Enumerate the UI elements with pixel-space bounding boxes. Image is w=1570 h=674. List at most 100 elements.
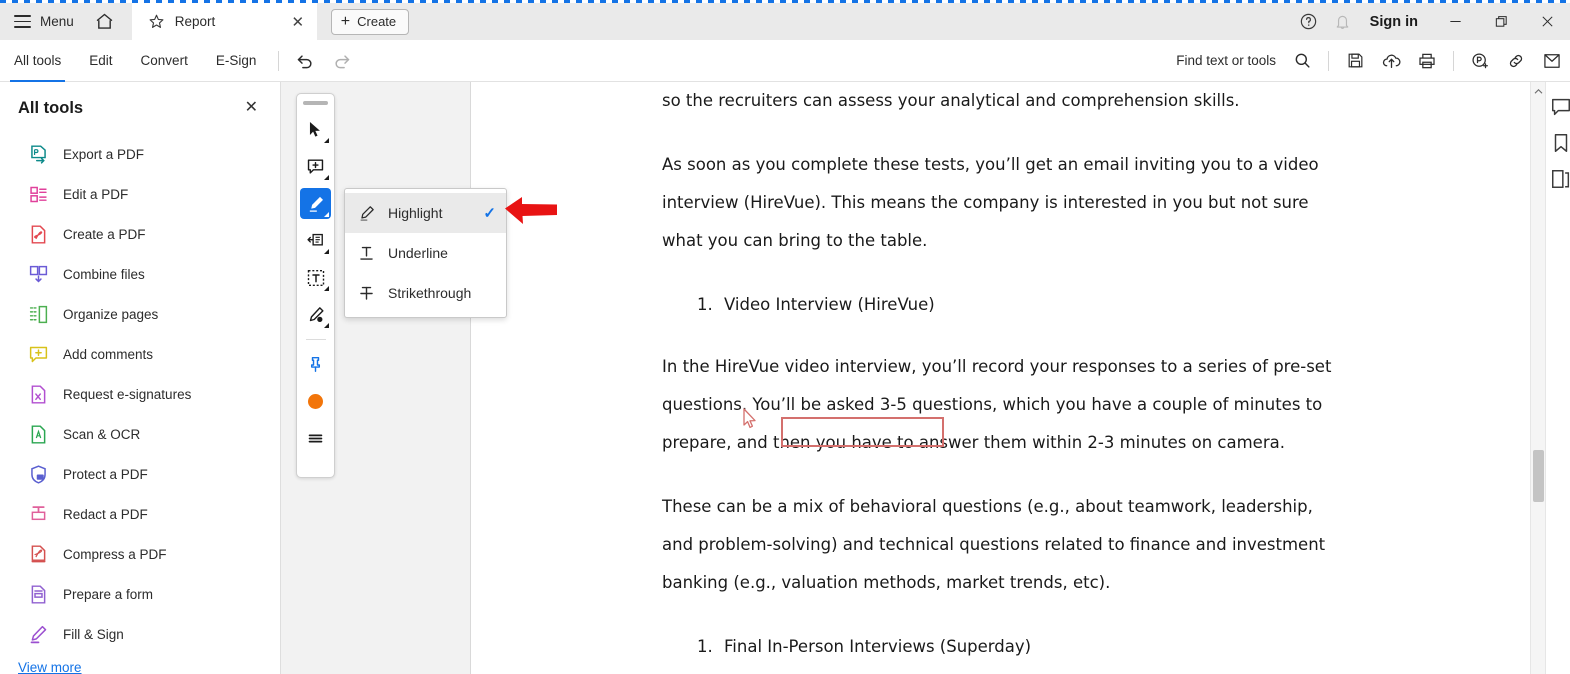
create-label: Create <box>357 14 397 29</box>
scroll-thumb[interactable] <box>1533 450 1544 502</box>
tool-item-export-a-pdf[interactable]: Export a PDF <box>0 134 280 174</box>
star-icon <box>149 14 164 28</box>
cloud-upload-button[interactable] <box>1373 40 1409 82</box>
toolbar-divider-3 <box>1453 50 1454 71</box>
right-rail-panel <box>1545 82 1570 674</box>
tool-item-compress-a-pdf[interactable]: Compress a PDF <box>0 534 280 574</box>
text-box-tool-button[interactable] <box>300 262 331 293</box>
highlighter-icon <box>360 205 374 221</box>
hamburger-icon <box>14 15 31 28</box>
home-button[interactable] <box>84 3 126 40</box>
help-button[interactable] <box>1292 3 1326 40</box>
text-callout-tool-button[interactable] <box>300 225 331 256</box>
dropdown-item-strikethrough[interactable]: Strikethrough <box>345 273 506 313</box>
doc-paragraph: These can be a mix of behavioral questio… <box>662 497 1326 592</box>
save-button[interactable] <box>1337 40 1373 82</box>
redo-button[interactable] <box>323 40 359 82</box>
view-more-link[interactable]: View more <box>0 660 280 674</box>
document-tab[interactable]: Report ✕ <box>131 3 317 40</box>
tool-item-label: Combine files <box>63 266 145 282</box>
add-stamp-button[interactable] <box>1462 40 1498 82</box>
sign-in-button[interactable]: Sign in <box>1360 14 1432 30</box>
scroll-up-button[interactable] <box>1531 84 1546 98</box>
comment-tool-button[interactable] <box>300 151 331 182</box>
cmd-esign[interactable]: E-Sign <box>202 40 271 82</box>
link-button[interactable] <box>1498 40 1534 82</box>
text-box-annotation[interactable] <box>781 417 944 447</box>
document-content: so the recruiters can assess your analyt… <box>662 82 1342 674</box>
tool-item-combine-files[interactable]: Combine files <box>0 254 280 294</box>
restore-window-icon <box>1495 16 1507 27</box>
pen-draw-icon <box>309 306 324 322</box>
highlighter-icon <box>309 196 323 212</box>
cmd-edit[interactable]: Edit <box>75 40 126 82</box>
prepare-form-icon <box>31 584 46 604</box>
tool-item-protect-a-pdf[interactable]: Protect a PDF <box>0 454 280 494</box>
dropdown-item-highlight[interactable]: Highlight ✓ <box>345 193 506 233</box>
tab-close-icon[interactable]: ✕ <box>287 11 309 33</box>
text-box-icon <box>307 269 324 286</box>
all-tools-header: All tools ✕ <box>0 82 280 128</box>
doc-list-item: Video Interview (HireVue) <box>718 286 1342 324</box>
find-label[interactable]: Find text or tools <box>1176 53 1284 68</box>
cmd-all-tools[interactable]: All tools <box>0 40 75 82</box>
doc-list-item: Final In-Person Interviews (Superday) <box>718 628 1342 666</box>
tool-item-label: Scan & OCR <box>63 426 141 442</box>
draw-tool-button[interactable] <box>300 299 331 330</box>
tool-item-redact-a-pdf[interactable]: Redact a PDF <box>0 494 280 534</box>
tool-item-edit-a-pdf[interactable]: Edit a PDF <box>0 174 280 214</box>
print-button[interactable] <box>1409 40 1445 82</box>
share-button[interactable] <box>1534 40 1570 82</box>
text-cursor-icon <box>742 408 758 435</box>
vertical-scrollbar[interactable] <box>1530 82 1545 674</box>
tool-item-label: Redact a PDF <box>63 506 148 522</box>
color-swatch-button[interactable] <box>300 386 331 417</box>
bookmark-panel-icon[interactable] <box>1550 132 1570 154</box>
highlight-tool-button[interactable] <box>300 188 331 219</box>
tool-item-label: Add comments <box>63 346 154 362</box>
tool-item-organize-pages[interactable]: Organize pages <box>0 294 280 334</box>
comment-add-icon <box>307 159 324 174</box>
menu-button[interactable]: Menu <box>0 3 84 40</box>
share-send-icon <box>1544 53 1560 68</box>
tool-item-prepare-a-form[interactable]: Prepare a form <box>0 574 280 614</box>
tool-item-add-comments[interactable]: Add comments <box>0 334 280 374</box>
minimize-icon <box>1449 20 1461 23</box>
notifications-button[interactable] <box>1326 3 1360 40</box>
select-tool-button[interactable] <box>300 114 331 145</box>
dropdown-item-underline[interactable]: Underline <box>345 233 506 273</box>
toolbar-drag-handle[interactable] <box>303 101 328 105</box>
minimize-button[interactable] <box>1432 3 1478 40</box>
command-bar-right: Find text or tools <box>1176 40 1570 82</box>
toolbar-divider <box>305 339 326 340</box>
underline-icon <box>360 246 373 260</box>
red-arrow-annotation <box>503 195 559 232</box>
more-options-button[interactable] <box>300 423 331 454</box>
undo-button[interactable] <box>287 40 323 82</box>
toolbar-divider-2 <box>1328 50 1329 71</box>
comment-panel-icon[interactable] <box>1550 96 1570 118</box>
organize-pages-icon <box>29 305 48 323</box>
check-icon: ✓ <box>483 205 496 222</box>
tab-title: Report <box>174 14 216 29</box>
restore-button[interactable] <box>1478 3 1524 40</box>
command-bar: All tools Edit Convert E-Sign Find text … <box>0 40 1570 82</box>
doc-ordered-list: Final In-Person Interviews (Superday) <box>662 628 1342 666</box>
tool-item-request-e-signatures[interactable]: Request e-signatures <box>0 374 280 414</box>
tool-item-create-a-pdf[interactable]: Create a PDF <box>0 214 280 254</box>
highlight-dropdown-menu: Highlight ✓ Underline Strikethrough <box>344 188 507 318</box>
search-button[interactable] <box>1284 40 1320 82</box>
tool-item-scan-ocr[interactable]: Scan & OCR <box>0 414 280 454</box>
doc-paragraph: As soon as you complete these tests, you… <box>662 155 1319 250</box>
fill-sign-icon <box>30 625 47 643</box>
chevron-down-icon <box>324 175 329 180</box>
cmd-convert[interactable]: Convert <box>127 40 202 82</box>
create-button[interactable]: + Create <box>330 8 410 35</box>
all-tools-close-icon[interactable]: ✕ <box>241 98 262 118</box>
close-window-button[interactable] <box>1524 3 1570 40</box>
tool-item-fill-sign[interactable]: Fill & Sign <box>0 614 280 654</box>
strikethrough-icon <box>360 286 373 300</box>
pages-panel-icon[interactable] <box>1550 168 1570 190</box>
pin-tool-button[interactable] <box>300 349 331 380</box>
tool-item-label: Protect a PDF <box>63 466 148 482</box>
